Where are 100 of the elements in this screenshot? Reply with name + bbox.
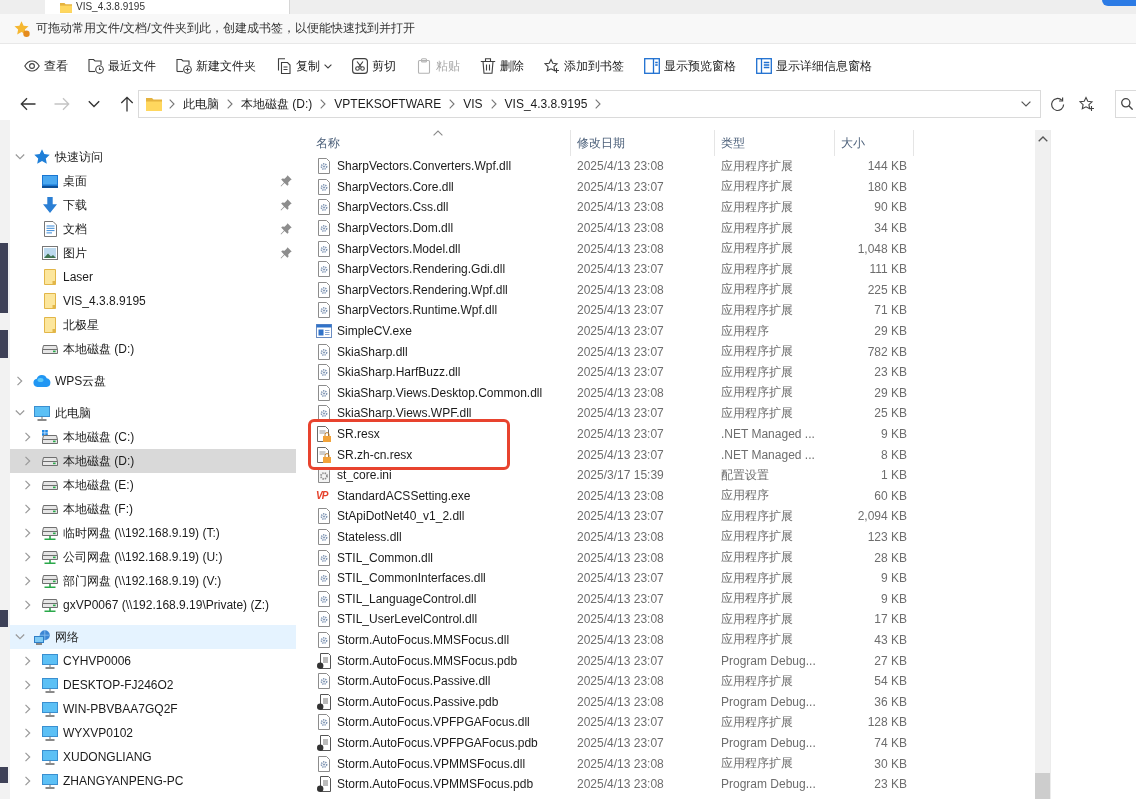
column-header[interactable]: 修改日期 xyxy=(571,130,715,156)
column-header[interactable]: 名称 xyxy=(305,130,571,156)
toolbar-button[interactable]: 添加到书签 xyxy=(536,51,632,81)
chevron-right-icon[interactable] xyxy=(23,752,33,762)
sidebar-item[interactable]: 本地磁盘 (E:) xyxy=(10,473,296,497)
sort-caret-icon[interactable] xyxy=(432,130,443,136)
breadcrumb[interactable]: 此电脑 xyxy=(175,95,227,113)
address-field[interactable]: 此电脑 本地磁盘 (D:) VPTEKSOFTWARE VIS VIS_4.3.8.9195 xyxy=(138,90,1041,118)
sidebar-item[interactable]: CYHVP0006 xyxy=(10,649,296,673)
file-name[interactable]: SharpVectors.Model.dll xyxy=(337,241,461,256)
sidebar-item[interactable]: 下载 xyxy=(10,193,296,217)
sidebar-item[interactable]: 部门网盘 (\\192.168.9.19) (V:) xyxy=(10,569,296,593)
sidebar-item[interactable]: gxVP0067 (\\192.168.9.19\Private) (Z:) xyxy=(10,593,296,617)
file-name[interactable]: SkiaSharp.HarfBuzz.dll xyxy=(337,365,461,380)
sidebar-item[interactable]: 图片 xyxy=(10,241,296,265)
file-name[interactable]: SharpVectors.Rendering.Gdi.dll xyxy=(337,262,506,277)
chevron-right-icon[interactable] xyxy=(15,376,25,386)
file-name[interactable]: Storm.AutoFocus.VPMMSFocus.pdb xyxy=(337,777,534,792)
breadcrumb[interactable]: VIS_4.3.8.9195 xyxy=(496,97,596,111)
file-name[interactable]: SharpVectors.Css.dll xyxy=(337,200,449,215)
scroll-up-icon[interactable] xyxy=(1037,136,1048,142)
star-plus-icon[interactable] xyxy=(1079,96,1095,112)
dropdown-caret-icon[interactable] xyxy=(1021,101,1031,107)
chevron-right-icon[interactable] xyxy=(169,99,175,109)
chevron-right-icon[interactable] xyxy=(23,480,33,490)
chevron-right-icon[interactable] xyxy=(595,99,602,109)
chevron-down-icon[interactable] xyxy=(15,408,25,418)
sidebar-item[interactable]: Laser xyxy=(10,265,296,289)
chevron-right-icon[interactable] xyxy=(23,680,33,690)
back-arrow-icon[interactable] xyxy=(20,96,36,112)
up-arrow-icon[interactable] xyxy=(119,96,135,112)
toolbar-button[interactable]: 剪切 xyxy=(344,51,404,81)
search-field[interactable] xyxy=(1115,90,1136,118)
refresh-icon[interactable] xyxy=(1050,96,1065,112)
file-name[interactable]: SharpVectors.Runtime.Wpf.dll xyxy=(337,303,498,318)
toolbar-button[interactable]: 最近文件 xyxy=(80,51,164,81)
caret-down-icon[interactable] xyxy=(88,100,100,108)
corner-button[interactable] xyxy=(1102,0,1136,6)
file-name[interactable]: Storm.AutoFocus.Passive.dll xyxy=(337,674,491,689)
chevron-right-icon[interactable] xyxy=(23,432,33,442)
file-name[interactable]: SharpVectors.Rendering.Wpf.dll xyxy=(337,282,508,297)
toolbar-button[interactable]: 新建文件夹 xyxy=(168,51,264,81)
chevron-right-icon[interactable] xyxy=(490,99,497,109)
sidebar-item[interactable]: 本地磁盘 (D:) xyxy=(10,449,296,473)
file-name[interactable]: Storm.AutoFocus.VPMMSFocus.dll xyxy=(337,756,526,771)
chevron-right-icon[interactable] xyxy=(23,528,33,538)
file-name[interactable]: STIL_UserLevelControl.dll xyxy=(337,612,478,627)
chevron-right-icon[interactable] xyxy=(23,776,33,786)
sidebar-item[interactable]: WPS云盘 xyxy=(10,369,296,393)
file-name[interactable]: Storm.AutoFocus.VPFPGAFocus.pdb xyxy=(337,735,538,750)
chevron-right-icon[interactable] xyxy=(320,99,327,109)
column-header[interactable]: 类型 xyxy=(715,130,835,156)
chevron-right-icon[interactable] xyxy=(23,704,33,714)
scrollbar-thumb[interactable] xyxy=(1035,773,1050,799)
file-name[interactable]: Stateless.dll xyxy=(337,530,402,544)
sidebar-item[interactable]: 公司网盘 (\\192.168.9.19) (U:) xyxy=(10,545,296,569)
chevron-right-icon[interactable] xyxy=(23,576,33,586)
sidebar-item[interactable]: DESKTOP-FJ246O2 xyxy=(10,673,296,697)
file-name[interactable]: SharpVectors.Converters.Wpf.dll xyxy=(337,159,512,174)
chevron-right-icon[interactable] xyxy=(23,552,33,562)
file-name[interactable]: StandardACSSetting.exe xyxy=(337,488,471,503)
file-name[interactable]: st_core.ini xyxy=(337,468,392,483)
sidebar-item[interactable]: 本地磁盘 (D:) xyxy=(10,337,296,361)
file-name[interactable]: Storm.AutoFocus.Passive.pdb xyxy=(337,694,499,709)
window-tab[interactable]: VIS_4.3.8.9195 xyxy=(45,0,290,14)
breadcrumb[interactable]: 本地磁盘 (D:) xyxy=(233,95,321,113)
chevron-right-icon[interactable] xyxy=(23,600,33,610)
file-name[interactable]: STIL_LanguageControl.dll xyxy=(337,591,477,606)
file-name[interactable]: SR.zh-cn.resx xyxy=(337,447,413,462)
file-name[interactable]: STIL_CommonInterfaces.dll xyxy=(337,571,486,586)
toolbar-button[interactable]: 显示详细信息窗格 xyxy=(748,51,880,81)
chevron-down-icon[interactable] xyxy=(15,632,25,642)
sidebar-item[interactable]: 本地磁盘 (C:) xyxy=(10,425,296,449)
sidebar-item[interactable]: 此电脑 xyxy=(10,401,296,425)
file-name[interactable]: SR.resx xyxy=(337,427,380,441)
pin-icon[interactable] xyxy=(280,223,292,235)
chevron-right-icon[interactable] xyxy=(23,728,33,738)
toolbar-button[interactable]: 删除 xyxy=(472,51,532,81)
file-name[interactable]: SharpVectors.Dom.dll xyxy=(337,221,454,236)
file-name[interactable]: SkiaSharp.dll xyxy=(337,344,408,359)
breadcrumb[interactable]: VIS xyxy=(455,97,491,111)
chevron-right-icon[interactable] xyxy=(227,99,233,109)
sidebar-item[interactable]: 本地磁盘 (F:) xyxy=(10,497,296,521)
sidebar-item[interactable]: XUDONGLIANG xyxy=(10,745,296,769)
file-name[interactable]: StApiDotNet40_v1_2.dll xyxy=(337,509,465,524)
sidebar-item[interactable]: 桌面 xyxy=(10,169,296,193)
file-name[interactable]: SkiaSharp.Views.Desktop.Common.dll xyxy=(337,385,543,400)
file-name[interactable]: Storm.AutoFocus.MMSFocus.pdb xyxy=(337,653,518,668)
pin-icon[interactable] xyxy=(280,247,292,259)
sidebar-item[interactable]: WYXVP0102 xyxy=(10,721,296,745)
chevron-right-icon[interactable] xyxy=(23,456,33,466)
sidebar-item[interactable]: 北极星 xyxy=(10,313,296,337)
file-name[interactable]: Storm.AutoFocus.VPFPGAFocus.dll xyxy=(337,715,530,730)
column-header[interactable]: 大小 xyxy=(835,130,914,156)
sidebar-item[interactable]: ZHANGYANPENG-PC xyxy=(10,769,296,793)
toolbar-button[interactable]: 复制 xyxy=(268,51,340,81)
breadcrumb[interactable]: VPTEKSOFTWARE xyxy=(326,97,450,111)
pin-icon[interactable] xyxy=(280,175,292,187)
sidebar-item[interactable]: 临时网盘 (\\192.168.9.19) (T:) xyxy=(10,521,296,545)
file-name[interactable]: SimpleCV.exe xyxy=(337,324,412,339)
